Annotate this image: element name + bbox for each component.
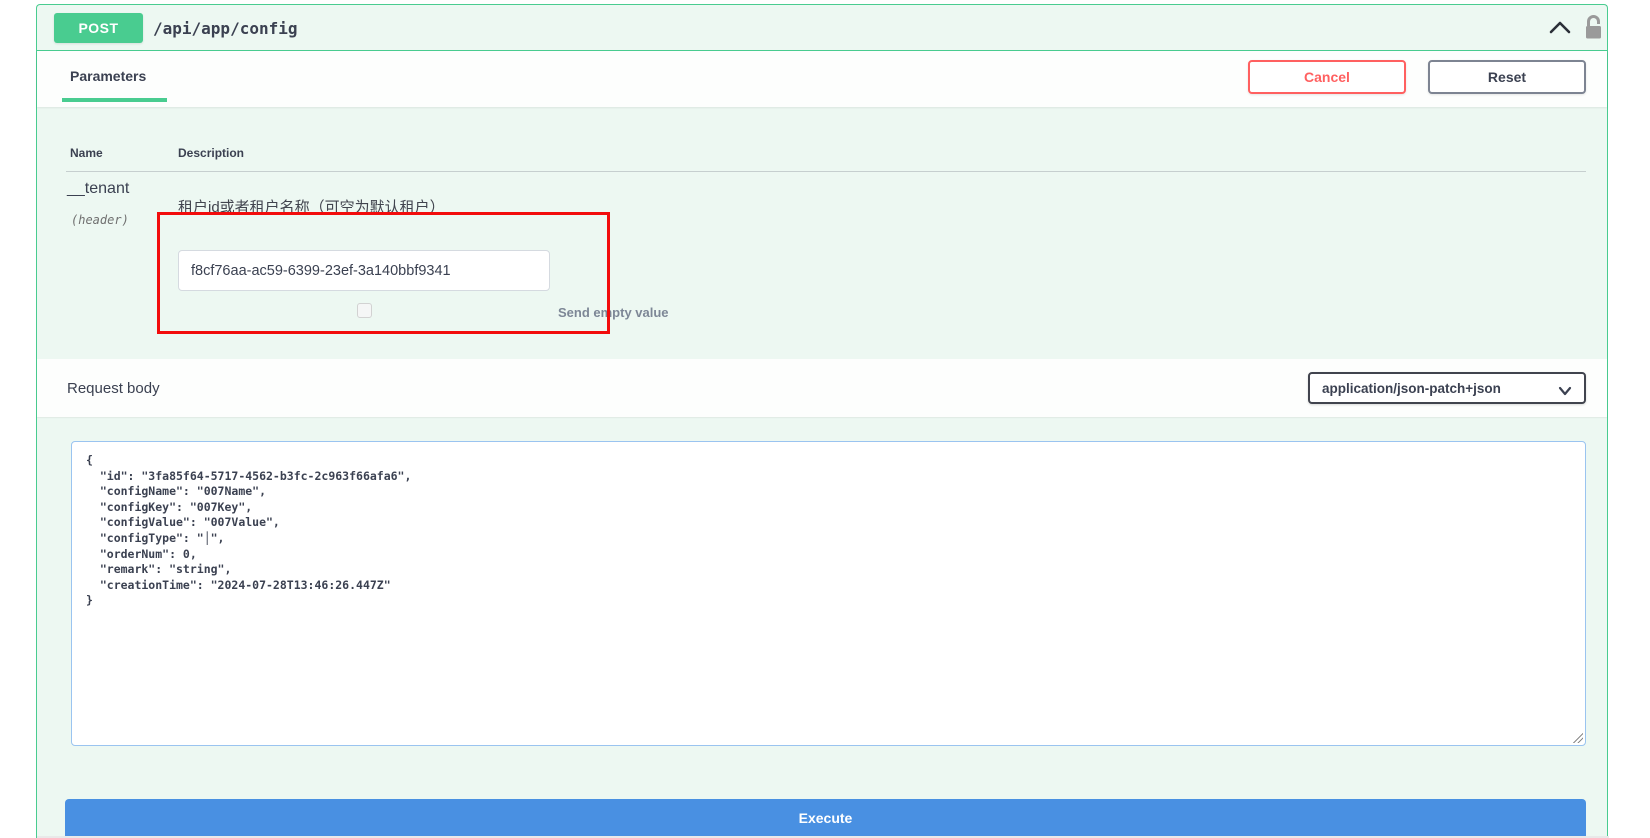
textarea-resize-handle[interactable]: [1571, 731, 1583, 743]
auth-unlocked-icon[interactable]: [1584, 14, 1603, 41]
request-body-editor[interactable]: { "id": "3fa85f64-5717-4562-b3fc-2c963f6…: [71, 441, 1586, 746]
content-type-dropdown[interactable]: application/json-patch+json: [1308, 372, 1586, 404]
send-empty-label: Send empty value: [558, 305, 669, 320]
table-header-divider: [66, 171, 1586, 172]
post-opblock-panel: POST /api/app/config Parameters Cancel R…: [36, 4, 1608, 838]
column-header-name: Name: [70, 146, 103, 160]
send-empty-checkbox[interactable]: [357, 303, 372, 318]
parameter-location: (header): [71, 213, 129, 227]
opblock-summary[interactable]: POST /api/app/config: [37, 5, 1607, 51]
parameter-description: 租户id或者租户名称（可空为默认租户）: [178, 196, 445, 217]
parameter-name: __tenant: [67, 180, 129, 198]
endpoint-path: /api/app/config: [153, 5, 298, 51]
active-tab-underline: [62, 98, 167, 102]
reset-button[interactable]: Reset: [1428, 60, 1586, 94]
tab-parameters[interactable]: Parameters: [70, 68, 146, 84]
chevron-down-icon: [1558, 383, 1572, 393]
column-header-description: Description: [178, 146, 244, 160]
request-body-title: Request body: [67, 359, 160, 417]
request-body-header: Request body application/json-patch+json: [37, 359, 1607, 417]
content-type-selected-value: application/json-patch+json: [1310, 381, 1501, 396]
http-method-badge: POST: [54, 13, 143, 43]
collapse-chevron-up-icon[interactable]: [1549, 20, 1571, 35]
parameters-section-header: Parameters Cancel Reset: [37, 51, 1607, 107]
cancel-button[interactable]: Cancel: [1248, 60, 1406, 94]
execute-button[interactable]: Execute: [65, 799, 1586, 836]
swagger-page: POST /api/app/config Parameters Cancel R…: [0, 0, 1650, 838]
tenant-value-input[interactable]: [178, 250, 550, 291]
